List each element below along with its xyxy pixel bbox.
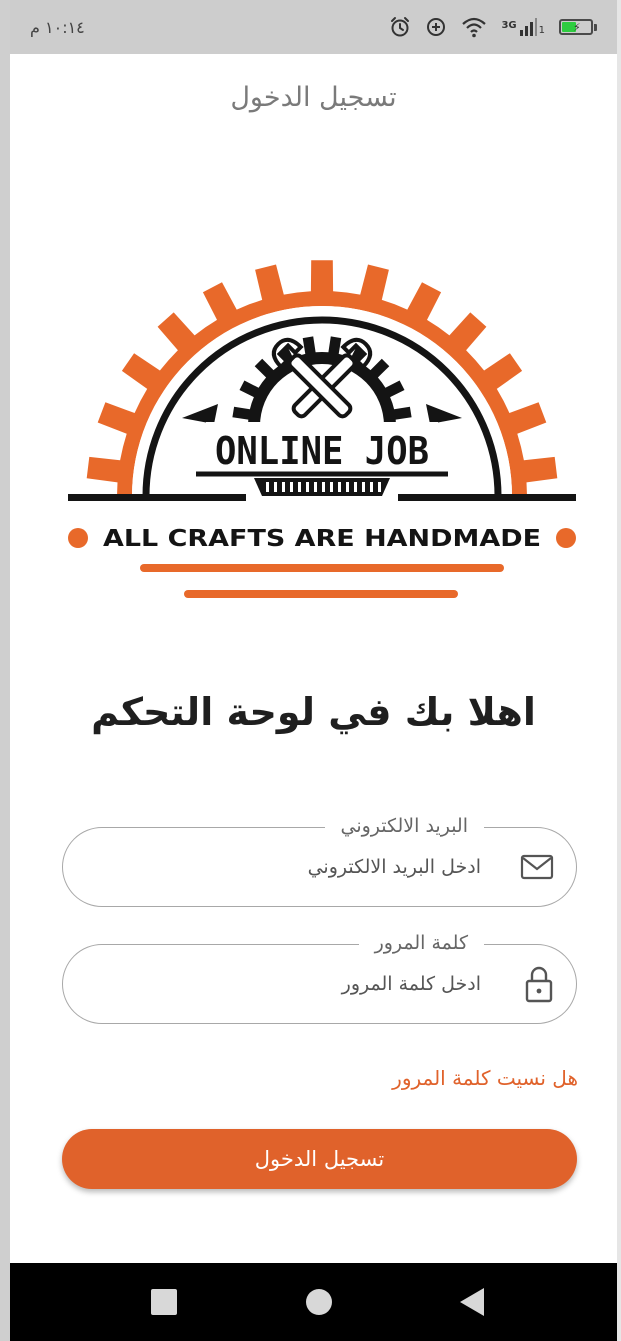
status-icons: 3G 1 ⚡ (389, 16, 597, 38)
status-time: ١٠:١٤ م (30, 17, 85, 37)
app-logo: ONLINE JOB ALL CRAFTS ARE HANDMADE (68, 260, 576, 598)
page-title: تسجيل الدخول (230, 82, 397, 113)
logo-banner: ONLINE JOB (196, 422, 448, 478)
status-bar: ١٠:١٤ م 3G 1 ⚡ (10, 0, 617, 54)
logo-tagline: ALL CRAFTS ARE HANDMADE (103, 526, 541, 552)
logo-brand: ONLINE JOB (215, 429, 429, 473)
email-field[interactable]: البريد الالكتروني (62, 813, 577, 907)
recent-apps-icon[interactable] (150, 1288, 178, 1316)
signal-indicator: 3G 1 (501, 18, 545, 36)
navigation-bar (10, 1263, 617, 1341)
sim-slot: 1 (538, 25, 545, 36)
password-field[interactable]: كلمة المرور (62, 930, 577, 1024)
alarm-icon (391, 17, 410, 37)
login-button[interactable]: تسجيل الدخول (62, 1129, 577, 1189)
window-edge (0, 0, 10, 1341)
mail-icon (520, 854, 554, 880)
wifi-icon (462, 17, 487, 38)
password-input[interactable] (63, 945, 481, 1023)
lock-icon (525, 966, 553, 1003)
signal-icon (519, 18, 537, 36)
email-input[interactable] (63, 828, 481, 906)
window-edge (617, 0, 621, 1341)
welcome-heading: اهلا بك في لوحة التحكم (91, 690, 536, 734)
forgot-password-link[interactable]: هل نسيت كلمة المرور (392, 1066, 578, 1090)
app-screen: ١٠:١٤ م 3G 1 ⚡ تسجيل الدخول ONLINE JOB A… (0, 0, 621, 1341)
comb-decoration (254, 478, 390, 496)
back-icon[interactable] (458, 1287, 486, 1317)
battery-icon: ⚡ (559, 19, 597, 35)
data-saver-icon (427, 18, 446, 36)
network-type: 3G (501, 20, 517, 31)
home-icon[interactable] (305, 1288, 333, 1316)
